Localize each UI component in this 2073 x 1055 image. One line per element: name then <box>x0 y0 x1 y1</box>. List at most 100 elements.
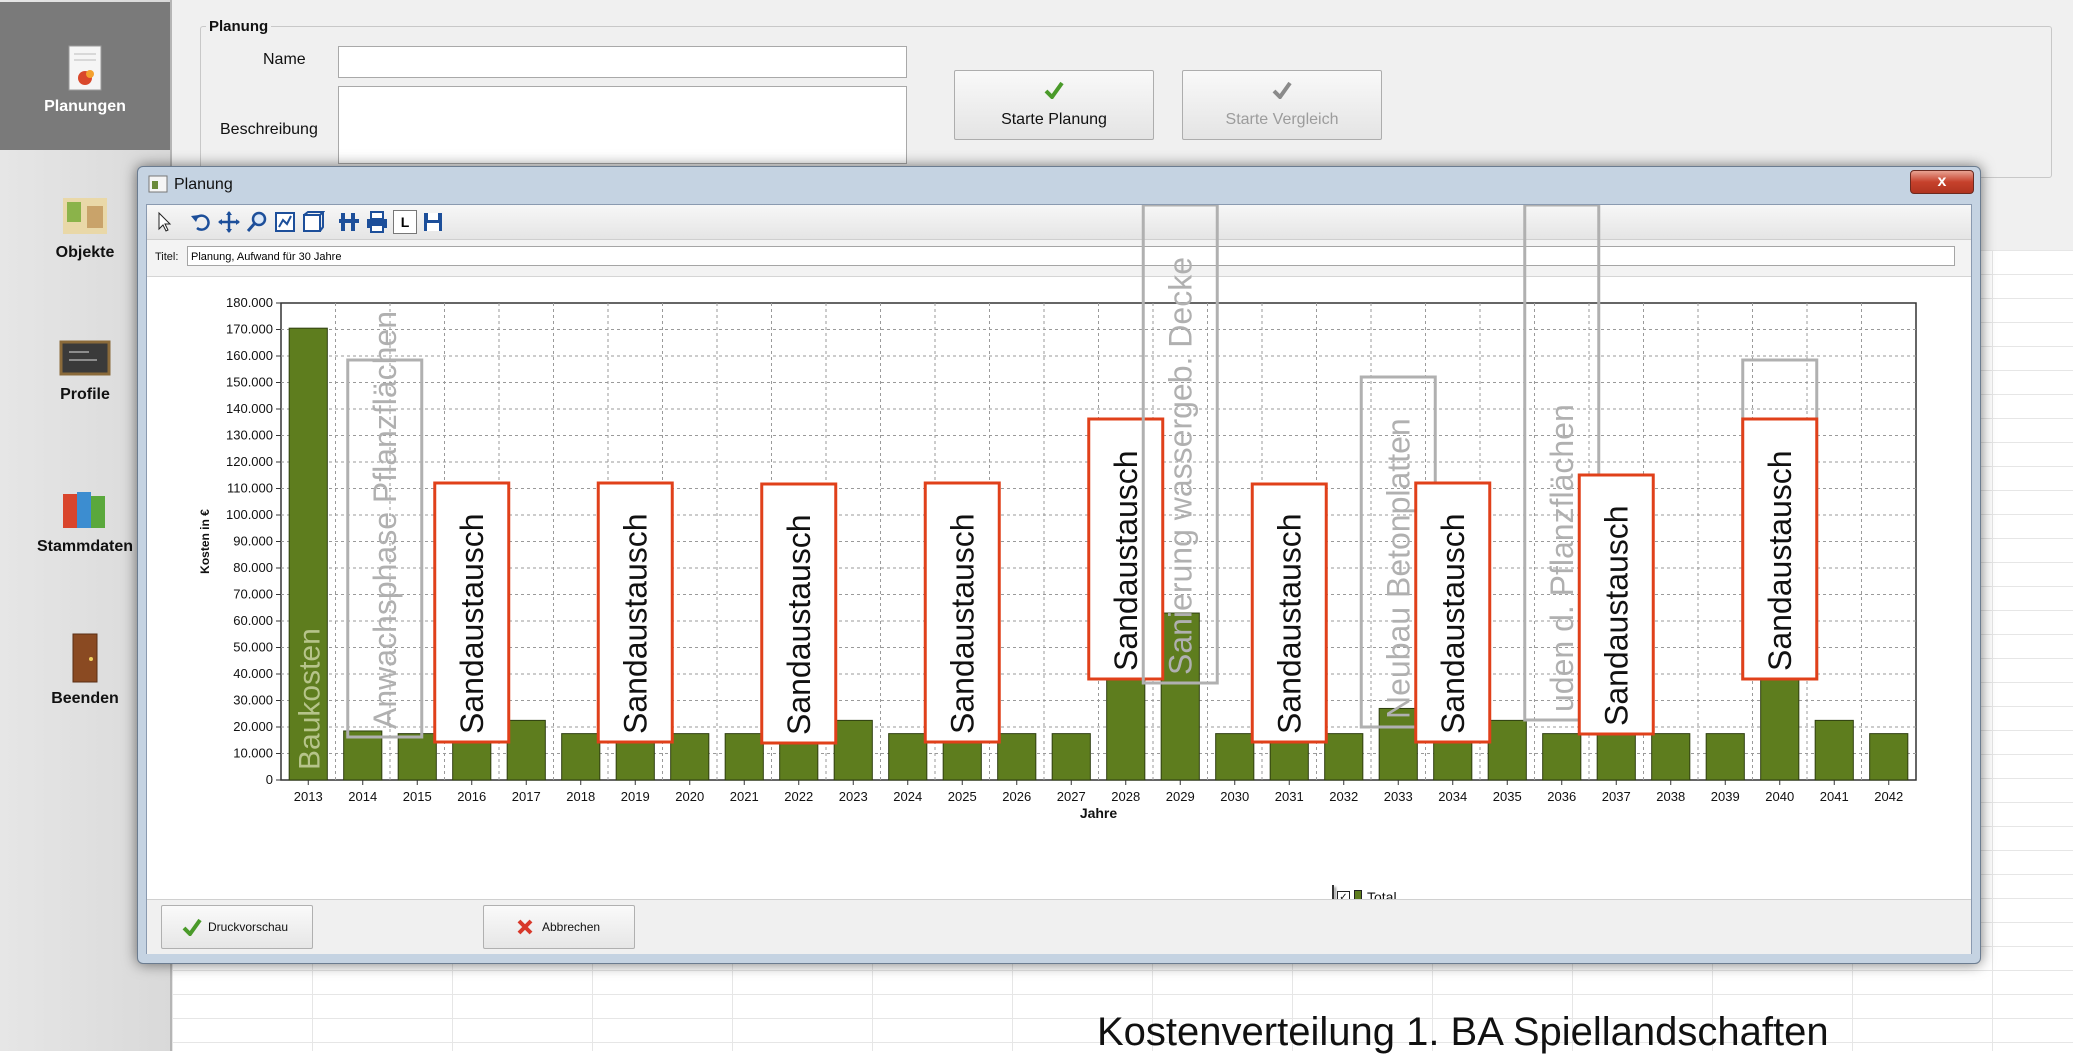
y-tick-label: 130.000 <box>226 428 273 443</box>
y-tick-label: 20.000 <box>233 719 273 734</box>
x-tick-label: 2028 <box>1111 789 1140 804</box>
slide-caption: Kostenverteilung 1. BA Spiellandschaften <box>1097 1010 1829 1054</box>
bar-2039 <box>1705 733 1745 781</box>
annotation-label: Sandaustausch <box>1271 513 1307 734</box>
y-tick-label: 90.000 <box>233 534 273 549</box>
annotation-label: Sandaustausch <box>1762 450 1798 671</box>
y-tick-label: 70.000 <box>233 587 273 602</box>
annotation-label: Sanierung wassergeb. Decke <box>1162 257 1198 675</box>
name-input[interactable] <box>338 46 907 78</box>
annotation-label: Sandaustausch <box>617 513 653 734</box>
y-tick-label: 180.000 <box>226 295 273 310</box>
x-tick-label: 2034 <box>1438 789 1467 804</box>
annotation-label: Sandaustausch <box>1435 513 1471 734</box>
close-button[interactable]: x <box>1910 170 1974 194</box>
playground-icon <box>63 198 107 234</box>
y-tick-label: 100.000 <box>226 507 273 522</box>
check-icon <box>182 918 202 936</box>
abbrechen-label: Abbrechen <box>542 920 601 934</box>
y-axis-title: Kosten in € <box>198 509 212 574</box>
start-planung-button[interactable]: Starte Planung <box>954 70 1154 140</box>
annotation-label: Sandaustausch <box>454 513 490 734</box>
y-tick-label: 50.000 <box>233 640 273 655</box>
annotation-label: Neubau Betonplatten <box>1380 418 1416 719</box>
check-icon <box>1272 81 1292 99</box>
annotation-label: Anwachsphase Pflanzflächen <box>367 311 403 729</box>
books-icon <box>63 492 105 528</box>
dialog-title: Planung <box>174 176 233 193</box>
check-icon <box>1044 81 1064 99</box>
bar-2041 <box>1814 719 1854 781</box>
bar-2038 <box>1651 733 1691 781</box>
x-axis-title: Jahre <box>1080 805 1118 821</box>
x-tick-label: 2035 <box>1493 789 1522 804</box>
bar-2020 <box>670 733 710 781</box>
y-tick-label: 30.000 <box>233 693 273 708</box>
dialog-titlebar[interactable]: Planung x <box>138 167 1980 201</box>
x-tick-label: 2041 <box>1820 789 1849 804</box>
x-tick-label: 2026 <box>1002 789 1031 804</box>
x-tick-label: 2027 <box>1057 789 1086 804</box>
name-label: Name <box>263 51 306 68</box>
bar-2017 <box>506 719 546 781</box>
cost-chart: 0 10.000 20.000 30.000 40.000 50.000 60.000 70.… <box>198 205 1917 821</box>
bar-2035 <box>1487 719 1527 781</box>
x-tick-label: 2016 <box>457 789 486 804</box>
x-tick-label: 2037 <box>1602 789 1631 804</box>
x-tick-label: 2038 <box>1656 789 1685 804</box>
x-tick-label: 2029 <box>1166 789 1195 804</box>
x-tick-label: 2030 <box>1220 789 1249 804</box>
annotation-label: Sandaustausch <box>1598 505 1634 726</box>
beschreibung-label: Beschreibung <box>220 121 318 138</box>
y-tick-label: 10.000 <box>233 746 273 761</box>
planung-group-title: Planung <box>206 18 272 35</box>
annotation-label: Sandaustausch <box>1108 450 1144 671</box>
y-tick-label: 80.000 <box>233 560 273 575</box>
annotation-label: Sandaustausch <box>944 513 980 734</box>
bar-2024 <box>888 733 928 781</box>
druckvorschau-label: Druckvorschau <box>208 920 289 934</box>
y-tick-label: 140.000 <box>226 401 273 416</box>
annotation-label: Sandaustausch <box>781 514 817 735</box>
dialog-button-bar: Druckvorschau Abbrechen <box>147 899 1971 954</box>
x-tick-label: 2020 <box>675 789 704 804</box>
bar-2030 <box>1215 733 1255 781</box>
y-tick-label: 60.000 <box>233 613 273 628</box>
beschreibung-input[interactable] <box>338 86 907 164</box>
x-tick-label: 2017 <box>512 789 541 804</box>
x-tick-label: 2032 <box>1329 789 1358 804</box>
sidebar-item-label: Planungen <box>44 98 126 115</box>
close-icon: x <box>1937 173 1947 190</box>
y-tick-label: 150.000 <box>226 375 273 390</box>
x-tick-label: 2019 <box>621 789 650 804</box>
bar-2036 <box>1542 733 1582 781</box>
x-tick-label: 2036 <box>1547 789 1576 804</box>
y-tick-label: 110.000 <box>227 481 273 496</box>
start-vergleich-label: Starte Vergleich <box>1225 111 1339 128</box>
x-tick-label: 2018 <box>566 789 595 804</box>
x-tick-label: 2015 <box>403 789 432 804</box>
bar-2023 <box>833 719 873 781</box>
start-vergleich-button[interactable]: Starte Vergleich <box>1182 70 1382 140</box>
y-tick-label: 170.000 <box>226 322 273 337</box>
x-tick-label: 2040 <box>1765 789 1794 804</box>
bar-2026 <box>997 733 1037 781</box>
x-tick-label: 2033 <box>1384 789 1413 804</box>
x-tick-label: 2031 <box>1275 789 1304 804</box>
x-tick-label: 2039 <box>1711 789 1740 804</box>
bar-2018 <box>561 733 601 781</box>
bar-2042 <box>1869 733 1909 781</box>
x-tick-label: 2024 <box>893 789 922 804</box>
y-tick-label: 160.000 <box>226 348 273 363</box>
document-icon <box>68 45 102 91</box>
abbrechen-button[interactable]: Abbrechen <box>483 905 635 949</box>
sidebar-item-planungen[interactable]: Planungen <box>0 2 170 150</box>
x-tick-label: 2023 <box>839 789 868 804</box>
door-icon <box>72 633 98 683</box>
druckvorschau-button[interactable]: Druckvorschau <box>161 905 313 949</box>
bar-2021 <box>724 733 764 781</box>
annotation-label: Baukosten <box>293 628 326 770</box>
window-icon <box>148 175 168 193</box>
planung-dialog: Planung x L Titel: Planung, Aufwand für … <box>137 166 1981 964</box>
x-tick-label: 2014 <box>348 789 377 804</box>
